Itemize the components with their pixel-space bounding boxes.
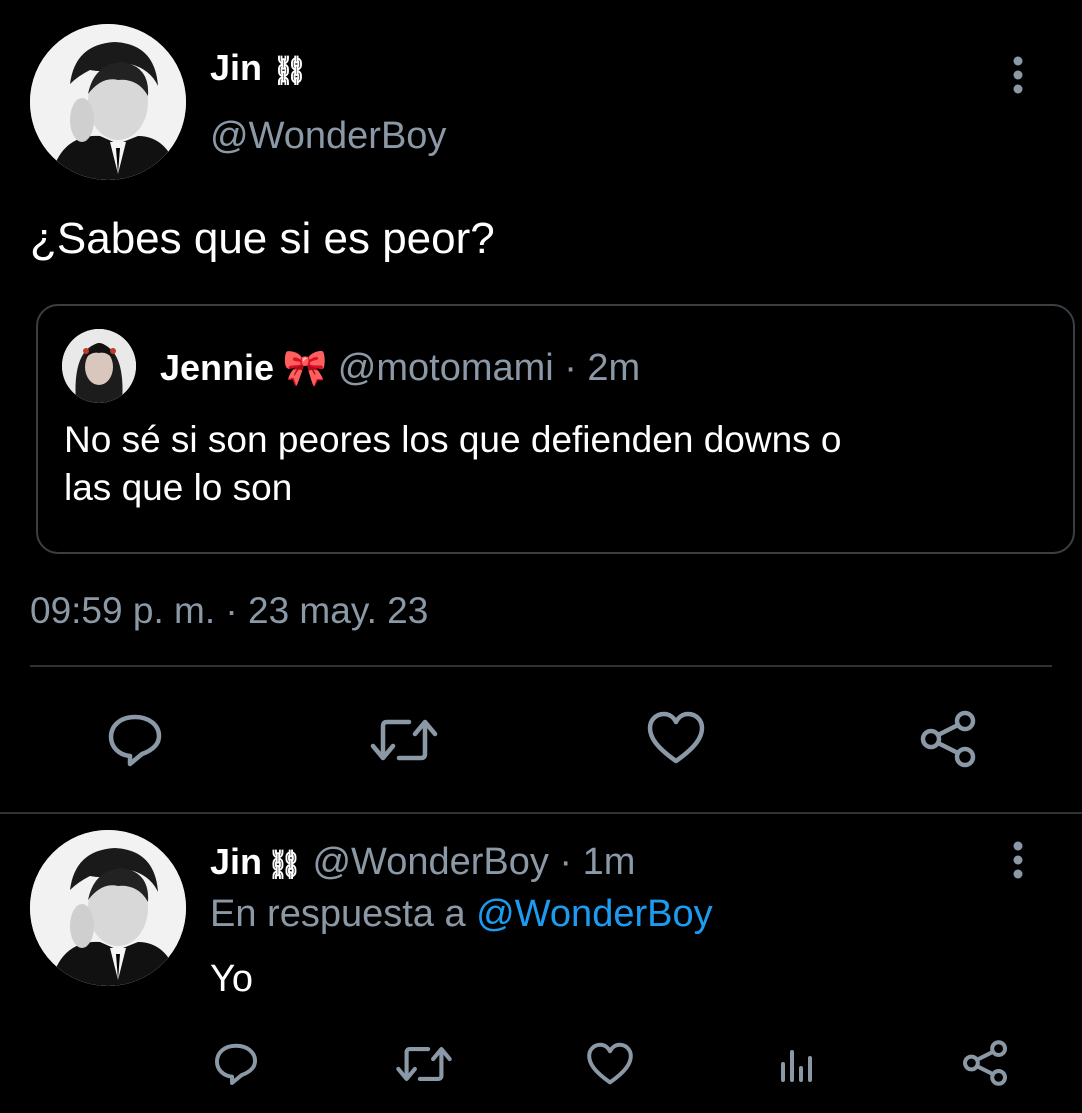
retweet-icon	[370, 719, 438, 761]
quoted-author-name[interactable]: Jennie	[160, 347, 274, 388]
reply-author-handle[interactable]: @WonderBoy	[312, 841, 548, 883]
divider	[30, 665, 1052, 667]
author-handle[interactable]: @WonderBoy	[210, 113, 446, 159]
reply-more-options-button[interactable]	[998, 830, 1038, 890]
reply-author-avatar[interactable]	[30, 830, 186, 986]
quoted-time: · 2m	[564, 347, 641, 389]
author-avatar[interactable]	[30, 24, 186, 180]
author-name[interactable]: Jin ⛓	[210, 46, 308, 93]
reply-retweet-button[interactable]	[392, 1040, 456, 1088]
reply-time: · 1m	[559, 841, 636, 883]
author-name-text[interactable]: Jin	[210, 47, 262, 88]
quoted-header: Jennie 🎀 @motomami · 2m	[160, 342, 640, 394]
ribbon-emoji: 🎀	[282, 347, 328, 388]
tweet-timestamp[interactable]: 09:59 p. m. · 23 may. 23	[30, 588, 428, 634]
retweet-button[interactable]	[366, 708, 442, 772]
quoted-text: No sé si son peores los que defienden do…	[64, 416, 842, 512]
reply-share-button[interactable]	[958, 1036, 1012, 1090]
share-icon	[963, 1040, 1007, 1086]
reply-author-name[interactable]: Jin	[210, 841, 262, 882]
more-vertical-icon	[1013, 56, 1023, 94]
like-button[interactable]	[640, 706, 712, 770]
reply-icon	[214, 1043, 258, 1086]
quoted-text-line-2: las que lo son	[64, 467, 293, 508]
chain-icon: ⛓	[272, 55, 308, 86]
reply-like-button[interactable]	[582, 1038, 638, 1090]
like-icon	[647, 711, 705, 764]
like-icon	[587, 1042, 633, 1085]
share-button[interactable]	[912, 706, 984, 772]
more-options-button[interactable]	[998, 45, 1038, 105]
in-reply-to-prefix: En respuesta a	[210, 893, 466, 935]
chain-icon: ⛓	[266, 849, 303, 880]
reply-text: Yo	[210, 958, 253, 1000]
analytics-icon	[781, 1050, 812, 1082]
section-divider	[0, 812, 1082, 814]
retweet-icon	[396, 1047, 452, 1081]
quoted-author-handle[interactable]: @motomami	[338, 347, 554, 389]
reply-button[interactable]	[100, 708, 170, 772]
more-vertical-icon	[1013, 841, 1023, 879]
in-reply-to-handle-link[interactable]: @WonderBoy	[476, 893, 712, 935]
share-icon	[920, 710, 976, 768]
quoted-text-line-1: No sé si son peores los que defienden do…	[64, 419, 842, 460]
reply-icon	[108, 714, 162, 767]
reply-reply-button[interactable]	[210, 1038, 262, 1090]
quoted-author-avatar[interactable]	[62, 329, 136, 403]
in-reply-to: En respuesta a @WonderBoy	[210, 890, 713, 938]
tweet-text: ¿Sabes que si es peor?	[30, 214, 495, 263]
reply-analytics-button[interactable]	[772, 1040, 822, 1088]
reply-header: Jin ⛓ @WonderBoy · 1m	[210, 838, 635, 886]
